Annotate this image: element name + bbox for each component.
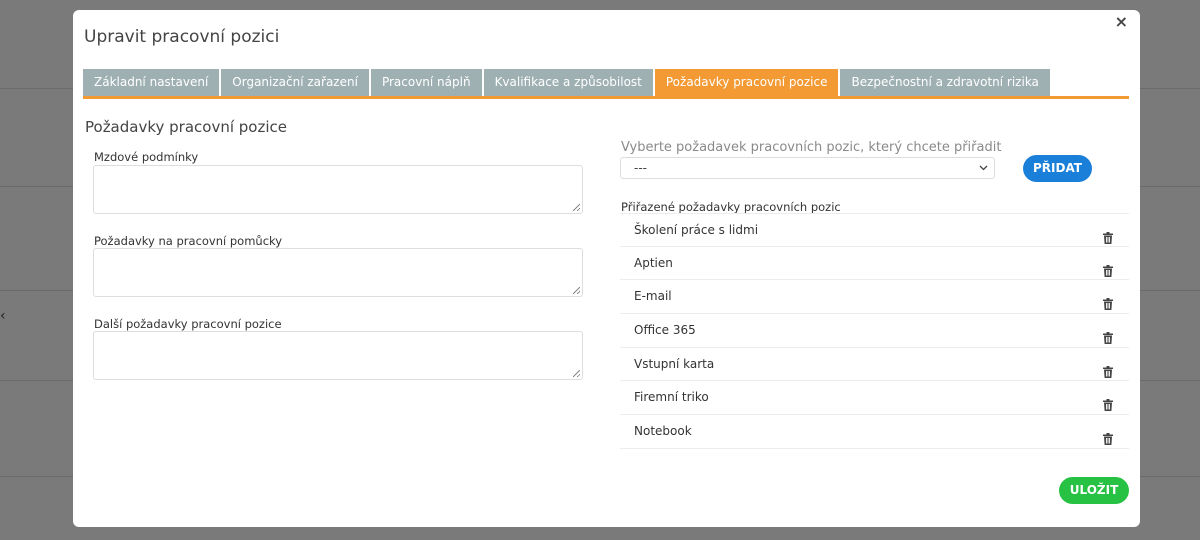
list-item: Vstupní karta [620, 347, 1129, 382]
resize-grip-icon[interactable] [573, 370, 580, 377]
tab-5[interactable]: Požadavky pracovní pozice [654, 69, 839, 96]
background-chevron-left-icon: ‹ [0, 308, 6, 324]
assigned-requirements-label: Přiřazené požadavky pracovních pozic [621, 200, 841, 214]
trash-icon[interactable] [1103, 290, 1113, 311]
list-item-label: Office 365 [634, 323, 696, 338]
resize-grip-icon[interactable] [573, 204, 580, 211]
wage-conditions-label: Mzdové podmínky [94, 150, 199, 164]
modal-title: Upravit pracovní pozici [84, 27, 280, 47]
list-item-label: E-mail [634, 289, 672, 304]
close-icon[interactable]: × [1115, 14, 1128, 30]
tab-bar: Základní nastavení Organizační zařazení Pr… [83, 69, 1129, 99]
tab-3[interactable]: Pracovní náplň [370, 69, 482, 96]
other-requirements-textarea[interactable] [93, 331, 583, 380]
requirement-select[interactable]: --- [620, 157, 995, 179]
list-item: Firemní triko [620, 381, 1129, 416]
list-item-label: Aptien [634, 255, 673, 270]
list-item-label: Vstupní karta [634, 356, 715, 371]
tab-6[interactable]: Bezpečnostní a zdravotní rizika [840, 69, 1050, 96]
other-requirements-label: Další požadavky pracovní pozice [94, 317, 282, 331]
resize-grip-icon[interactable] [573, 287, 580, 294]
list-item: Školení práce s lidmi [620, 213, 1129, 247]
trash-icon[interactable] [1103, 257, 1113, 277]
list-item: Notebook [620, 415, 1129, 449]
wage-conditions-textarea[interactable] [93, 165, 583, 214]
list-item: E-mail [620, 280, 1129, 315]
tools-requirements-label: Požadavky na pracovní pomůcky [94, 234, 283, 248]
tab-1[interactable]: Základní nastavení [83, 69, 220, 96]
trash-icon[interactable] [1103, 358, 1113, 378]
list-item-label: Notebook [634, 424, 692, 439]
list-item: Aptien [620, 246, 1129, 281]
list-item: Office 365 [620, 314, 1129, 348]
chevron-down-icon [979, 158, 988, 186]
requirement-select-prompt: Vyberte požadavek pracovních pozic, kter… [621, 140, 1002, 155]
tab-2[interactable]: Organizační zařazení [221, 69, 369, 96]
trash-icon[interactable] [1103, 425, 1113, 446]
tab-4[interactable]: Kvalifikace a způsobilost [483, 69, 653, 96]
edit-position-modal: Upravit pracovní pozici × Základní nasta… [73, 10, 1140, 527]
requirement-select-value: --- [634, 161, 647, 175]
section-title: Požadavky pracovní pozice [85, 118, 287, 136]
assigned-requirements-list: Školení práce s lidmi Aptien E-mail Office … [620, 213, 1129, 449]
list-item-label: Firemní triko [634, 390, 709, 405]
add-button[interactable]: PŘIDAT [1023, 155, 1092, 182]
trash-icon[interactable] [1103, 324, 1113, 345]
tools-requirements-textarea[interactable] [93, 248, 583, 297]
trash-icon[interactable] [1103, 391, 1113, 412]
trash-icon[interactable] [1103, 224, 1113, 244]
save-button[interactable]: ULOŽIT [1059, 477, 1129, 504]
list-item-label: Školení práce s lidmi [634, 223, 759, 237]
